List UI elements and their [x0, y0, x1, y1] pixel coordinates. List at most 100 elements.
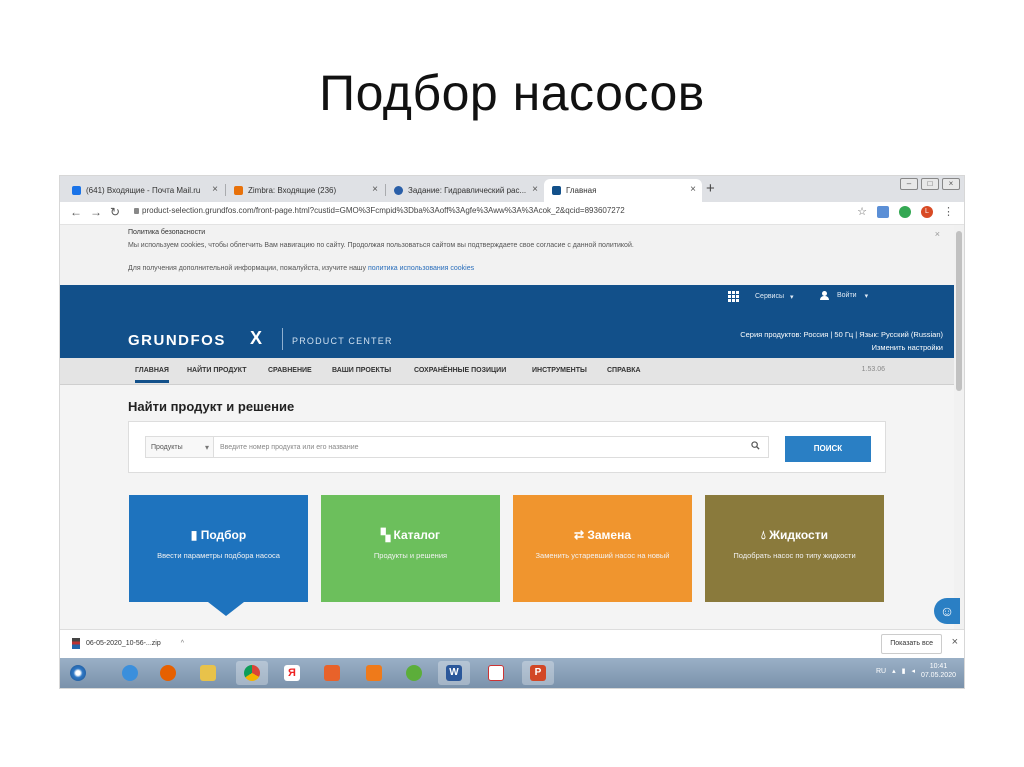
- powerpoint-icon[interactable]: P: [522, 661, 554, 685]
- caret-down-icon: ▾: [790, 293, 794, 301]
- change-settings-link[interactable]: Изменить настройки: [872, 343, 943, 352]
- tab-label: Zimbra: Входящие (236): [248, 186, 337, 195]
- tab-mail[interactable]: (641) Входящие - Почта Mail.ru ×: [64, 179, 224, 202]
- close-window-icon[interactable]: ×: [942, 178, 960, 190]
- cookie-banner: Политика безопасности Мы используем cook…: [60, 225, 954, 285]
- cookie-close-icon[interactable]: ×: [935, 229, 940, 239]
- close-tab-icon[interactable]: ×: [532, 184, 538, 195]
- nav-compare[interactable]: СРАВНЕНИЕ: [268, 367, 312, 374]
- tab-label: Задание: Гидравлический рас...: [408, 186, 527, 195]
- grundfos-logo-mark: X: [250, 328, 263, 348]
- card-sizing[interactable]: ▮ Подбор Ввести параметры подбора насоса: [129, 495, 308, 602]
- mail-icon: [72, 186, 81, 195]
- new-tab-button[interactable]: +: [706, 180, 715, 197]
- category-select[interactable]: Продукты ▾: [145, 436, 213, 458]
- series-info: Серия продуктов: Россия | 50 Гц | Язык: …: [740, 330, 943, 339]
- language-indicator[interactable]: RU: [876, 668, 886, 675]
- find-title: Найти продукт и решение: [128, 399, 295, 414]
- pdf-icon[interactable]: [480, 661, 512, 685]
- swap-icon: ⇄: [573, 528, 588, 542]
- close-tab-icon[interactable]: ×: [212, 184, 218, 195]
- chevron-down-icon: ▾: [204, 443, 209, 452]
- star-icon[interactable]: ☆: [857, 205, 867, 218]
- avatar[interactable]: L: [921, 205, 933, 218]
- show-all-button[interactable]: Показать все: [881, 634, 942, 654]
- drop-icon: 💧︎: [761, 528, 770, 542]
- card-subtitle: Продукты и решения: [373, 551, 448, 560]
- forward-icon[interactable]: →: [90, 205, 102, 219]
- volume-icon[interactable]: ◂: [911, 667, 915, 675]
- close-tab-icon[interactable]: ×: [690, 184, 696, 195]
- nav-projects[interactable]: ВАШИ ПРОЕКТЫ: [332, 367, 391, 374]
- caret-down-icon: ▾: [864, 292, 869, 300]
- nav-tools[interactable]: ИНСТРУМЕНТЫ: [532, 367, 587, 374]
- cookie-more: Для получения дополнительной информации,…: [128, 265, 474, 272]
- card-catalog[interactable]: ▚ Каталог Продукты и решения: [321, 495, 500, 602]
- cookie-title: Политика безопасности: [128, 229, 206, 236]
- archive-icon: [72, 638, 80, 649]
- ie-icon[interactable]: [114, 661, 146, 685]
- chrome-icon[interactable]: [236, 661, 268, 685]
- nav-saved[interactable]: СОХРАНЁННЫЕ ПОЗИЦИИ: [414, 367, 506, 374]
- network-icon[interactable]: ▮: [902, 667, 906, 675]
- main-content: Найти продукт и решение Продукты ▾ Введи…: [60, 385, 954, 629]
- close-download-bar-icon[interactable]: ×: [952, 636, 958, 648]
- download-item[interactable]: 06-05-2020_10-56-...zip ^: [72, 638, 184, 649]
- tab-task[interactable]: Задание: Гидравлический рас... ×: [386, 179, 544, 202]
- close-tab-icon[interactable]: ×: [372, 184, 378, 195]
- system-tray: RU ▴ ▮ ◂ 10:41 07.05.2020: [876, 662, 956, 680]
- card-title: Подбор: [200, 528, 247, 542]
- card-title: Каталог: [393, 528, 441, 542]
- cookie-policy-link[interactable]: политика использования cookies: [368, 265, 474, 272]
- yandex-icon[interactable]: Я: [276, 661, 308, 685]
- firefox-icon[interactable]: [152, 661, 184, 685]
- start-button[interactable]: [62, 661, 94, 685]
- search-button[interactable]: ПОИСК: [785, 436, 871, 462]
- cookie-text: Мы используем cookies, чтобы облегчить В…: [128, 242, 634, 249]
- app-orange-icon[interactable]: [316, 661, 348, 685]
- extension-icon[interactable]: [877, 205, 889, 218]
- nav-home[interactable]: ГЛАВНАЯ: [135, 367, 169, 383]
- services-label: Сервисы: [755, 293, 785, 300]
- browser-screenshot: (641) Входящие - Почта Mail.ru × Zimbra:…: [60, 176, 964, 688]
- extension-icon[interactable]: [899, 205, 911, 218]
- grundfos-logo[interactable]: GRUNDFOS: [128, 332, 226, 349]
- apps-grid-icon: [728, 291, 739, 302]
- product-center-label: PRODUCT CENTER: [292, 336, 393, 346]
- login-label: Войти: [837, 292, 857, 299]
- category-value: Продукты: [151, 444, 183, 451]
- page-scrollbar[interactable]: [954, 225, 964, 629]
- grundfos-icon: [552, 186, 561, 195]
- search-icon[interactable]: [751, 441, 760, 450]
- chevron-up-icon[interactable]: ^: [181, 640, 184, 647]
- card-title: Замена: [587, 528, 632, 542]
- app-orange-icon[interactable]: [358, 661, 390, 685]
- menu-kebab-icon[interactable]: ⋮: [943, 205, 954, 218]
- explorer-icon[interactable]: [192, 661, 224, 685]
- address-bar: ← → ↻ product-selection.grundfos.com/fro…: [60, 202, 964, 225]
- window-controls: – □ ×: [900, 178, 960, 190]
- card-liquids[interactable]: 💧︎ Жидкости Подобрать насос по типу жидк…: [705, 495, 884, 602]
- nav-find-product[interactable]: НАЙТИ ПРОДУКТ: [187, 367, 247, 374]
- clock[interactable]: 10:41 07.05.2020: [921, 662, 956, 680]
- word-icon[interactable]: W: [438, 661, 470, 685]
- tab-zimbra[interactable]: Zimbra: Входящие (236) ×: [226, 179, 384, 202]
- url-field[interactable]: product-selection.grundfos.com/front-pag…: [142, 206, 625, 215]
- nav-help[interactable]: СПРАВКА: [607, 367, 641, 374]
- login-menu[interactable]: Войти ▾: [820, 291, 868, 300]
- reload-icon[interactable]: ↻: [110, 205, 120, 219]
- cookie-more-text: Для получения дополнительной информации,…: [128, 265, 366, 272]
- tab-grundfos[interactable]: Главная ×: [544, 179, 702, 202]
- back-icon[interactable]: ←: [70, 205, 82, 219]
- minimize-icon[interactable]: –: [900, 178, 918, 190]
- card-replace[interactable]: ⇄ Замена Заменить устаревший насос на но…: [513, 495, 692, 602]
- services-menu[interactable]: Сервисы ▾: [728, 291, 794, 302]
- card-subtitle: Ввести параметры подбора насоса: [157, 551, 280, 560]
- chat-icon[interactable]: ☺: [934, 598, 960, 624]
- tray-arrow-icon[interactable]: ▴: [892, 667, 896, 675]
- tab-label: Главная: [566, 186, 597, 195]
- card-subtitle: Подобрать насос по типу жидкости: [733, 551, 856, 560]
- search-input[interactable]: Введите номер продукта или его название: [213, 436, 769, 458]
- maximize-icon[interactable]: □: [921, 178, 939, 190]
- utorrent-icon[interactable]: [398, 661, 430, 685]
